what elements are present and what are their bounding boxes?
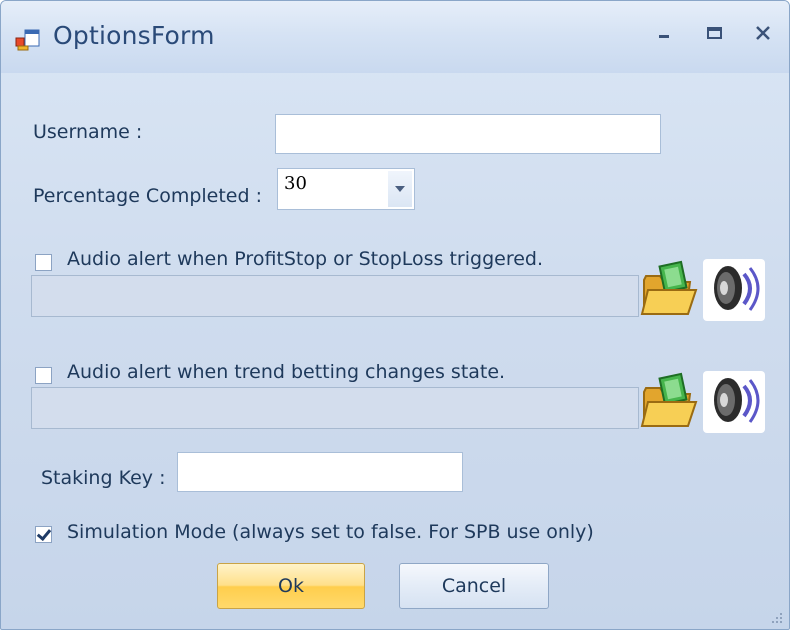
staking-key-label: Staking Key : xyxy=(41,467,166,489)
browse-profit-sound-button[interactable] xyxy=(639,259,701,321)
audio-alert-trend-checkbox[interactable] xyxy=(35,367,52,384)
close-button[interactable] xyxy=(743,17,783,49)
window-title: OptionsForm xyxy=(53,21,215,50)
cancel-button[interactable]: Cancel xyxy=(399,563,549,609)
folder-open-icon xyxy=(640,260,698,315)
close-icon xyxy=(756,26,770,40)
percentage-completed-combobox[interactable]: 30 xyxy=(277,168,415,210)
play-profit-sound-button[interactable] xyxy=(703,259,765,321)
dropdown-arrow-button[interactable] xyxy=(388,171,412,207)
resize-grip-icon xyxy=(772,613,782,623)
folder-open-icon xyxy=(640,372,698,427)
username-label: Username : xyxy=(33,121,143,143)
play-trend-sound-button[interactable] xyxy=(703,371,765,433)
resize-grip[interactable] xyxy=(769,609,783,623)
minimize-icon xyxy=(659,35,669,38)
browse-trend-sound-button[interactable] xyxy=(639,371,701,433)
audio-alert-profit-checkbox[interactable] xyxy=(35,254,52,271)
audio-alert-trend-path-field[interactable] xyxy=(31,387,639,429)
minimize-button[interactable] xyxy=(645,17,685,49)
audio-alert-profit-label: Audio alert when ProfitStop or StopLoss … xyxy=(67,248,544,270)
chevron-down-icon xyxy=(395,186,405,192)
title-bar[interactable]: OptionsForm xyxy=(1,1,789,73)
simulation-mode-checkbox[interactable] xyxy=(35,526,52,543)
options-form-window: OptionsForm Username : Percentage Comple… xyxy=(0,0,790,630)
audio-alert-profit-path-field[interactable] xyxy=(31,275,639,317)
maximize-icon xyxy=(707,27,722,39)
ok-button[interactable]: Ok xyxy=(217,563,365,609)
simulation-mode-label: Simulation Mode (always set to false. Fo… xyxy=(67,521,594,543)
username-input[interactable] xyxy=(275,114,661,154)
audio-alert-trend-label: Audio alert when trend betting changes s… xyxy=(67,361,506,383)
app-form-icon xyxy=(15,27,41,51)
staking-key-input[interactable] xyxy=(177,452,463,492)
maximize-button[interactable] xyxy=(695,17,735,49)
speaker-icon xyxy=(714,266,760,311)
speaker-icon xyxy=(714,378,760,423)
percentage-completed-label: Percentage Completed : xyxy=(33,185,262,207)
percentage-completed-value: 30 xyxy=(284,173,307,194)
